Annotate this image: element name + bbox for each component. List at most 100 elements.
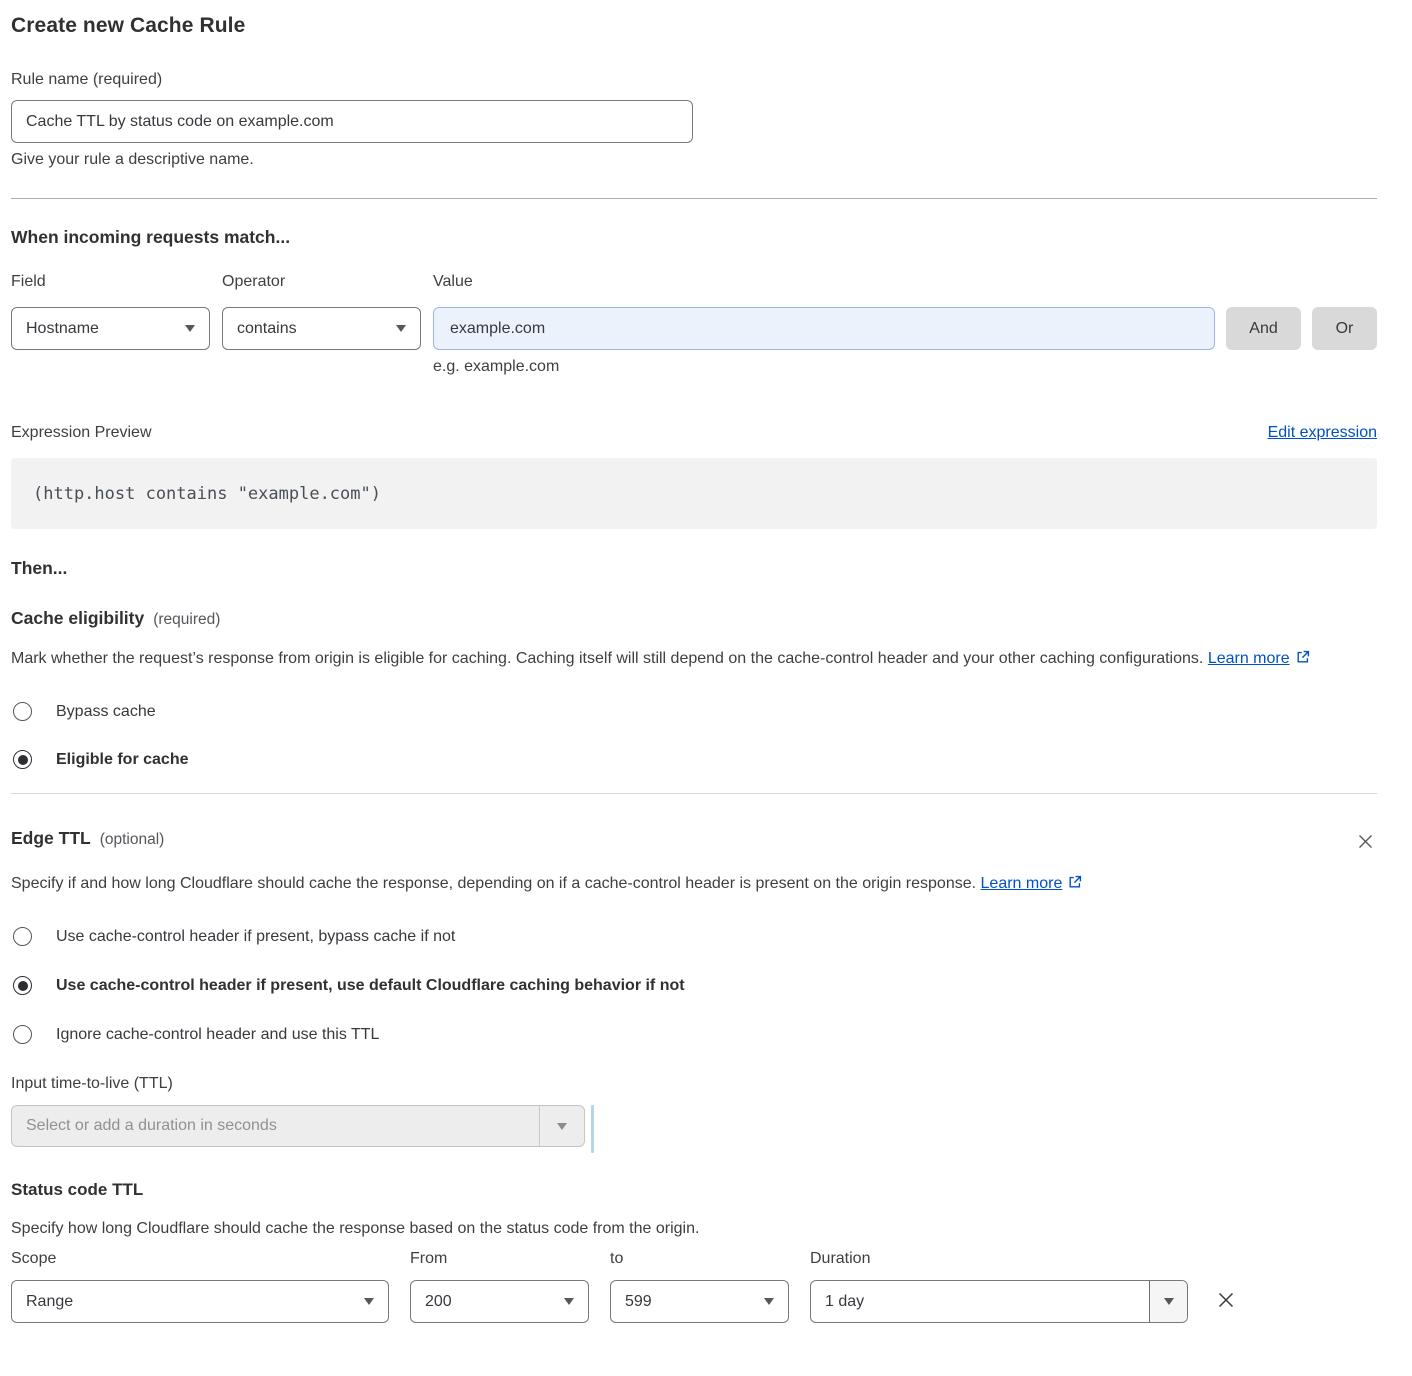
learn-more-label: Learn more bbox=[981, 875, 1063, 892]
scope-select[interactable]: Range bbox=[11, 1280, 389, 1323]
condition-buttons: And Or bbox=[1226, 307, 1377, 350]
field-select[interactable]: Hostname bbox=[11, 307, 210, 350]
value-label: Value bbox=[433, 273, 1215, 291]
edge-ttl-description-text: Specify if and how long Cloudflare shoul… bbox=[11, 875, 976, 892]
cache-eligibility-header: Cache eligibility (required) bbox=[11, 608, 1377, 629]
cache-eligibility-required-tag: (required) bbox=[153, 611, 220, 629]
bypass-cache-option[interactable]: Bypass cache bbox=[11, 702, 1377, 721]
expression-header: Expression Preview Edit expression bbox=[11, 424, 1377, 442]
ttl-duration-select[interactable]: Select or add a duration in seconds bbox=[11, 1105, 585, 1147]
edge-ttl-option-bypass-label: Use cache-control header if present, byp… bbox=[56, 928, 455, 946]
rule-name-help: Give your rule a descriptive name. bbox=[11, 151, 1377, 169]
edge-ttl-option-bypass[interactable]: Use cache-control header if present, byp… bbox=[11, 927, 1377, 946]
match-heading: When incoming requests match... bbox=[11, 227, 1377, 248]
field-select-value: Hostname bbox=[26, 320, 185, 338]
status-code-ttl-section: Status code TTL Specify how long Cloudfl… bbox=[11, 1180, 1377, 1323]
external-link-icon bbox=[1067, 872, 1083, 900]
operator-select-value: contains bbox=[237, 320, 396, 338]
edge-ttl-option-default-label: Use cache-control header if present, use… bbox=[56, 977, 685, 995]
from-select[interactable]: 200 bbox=[410, 1280, 589, 1323]
rule-name-input[interactable] bbox=[11, 100, 693, 143]
learn-more-link[interactable]: Learn more bbox=[1208, 650, 1311, 667]
edge-ttl-options: Use cache-control header if present, byp… bbox=[11, 927, 1377, 1044]
duration-select-arrow[interactable] bbox=[1149, 1281, 1187, 1322]
edge-ttl-option-default[interactable]: Use cache-control header if present, use… bbox=[11, 976, 1377, 995]
radio-selected-icon[interactable] bbox=[13, 976, 32, 995]
edge-ttl-option-ignore-label: Ignore cache-control header and use this… bbox=[56, 1026, 379, 1044]
radio-unselected-icon[interactable] bbox=[13, 702, 32, 721]
chevron-down-icon bbox=[764, 1298, 774, 1305]
expression-preview-label: Expression Preview bbox=[11, 424, 152, 442]
bypass-cache-label: Bypass cache bbox=[56, 703, 156, 721]
to-select-value: 599 bbox=[625, 1293, 764, 1311]
chevron-down-icon bbox=[1164, 1298, 1174, 1305]
radio-selected-icon[interactable] bbox=[13, 750, 32, 769]
learn-more-link[interactable]: Learn more bbox=[981, 875, 1084, 892]
status-code-ttl-title: Status code TTL bbox=[11, 1180, 1377, 1200]
eligible-for-cache-label: Eligible for cache bbox=[56, 751, 188, 769]
scope-label: Scope bbox=[11, 1250, 389, 1268]
and-button[interactable]: And bbox=[1226, 307, 1301, 350]
operator-label: Operator bbox=[222, 273, 421, 291]
cache-eligibility-description-text: Mark whether the request’s response from… bbox=[11, 650, 1203, 667]
cache-eligibility-title: Cache eligibility bbox=[11, 608, 144, 629]
duration-select-value: 1 day bbox=[811, 1281, 1149, 1322]
match-section: When incoming requests match... Field Ho… bbox=[11, 227, 1377, 529]
from-select-value: 200 bbox=[425, 1293, 564, 1311]
section-divider bbox=[11, 793, 1377, 794]
value-column: Value e.g. example.com bbox=[433, 273, 1215, 376]
rule-name-label: Rule name (required) bbox=[11, 71, 1377, 89]
ttl-select-arrow[interactable] bbox=[539, 1106, 584, 1146]
chevron-down-icon bbox=[364, 1298, 374, 1305]
radio-unselected-icon[interactable] bbox=[13, 927, 32, 946]
eligible-for-cache-option[interactable]: Eligible for cache bbox=[11, 750, 1377, 769]
section-divider bbox=[11, 198, 1377, 199]
cache-eligibility-description: Mark whether the request’s response from… bbox=[11, 645, 1356, 675]
edge-ttl-description: Specify if and how long Cloudflare shoul… bbox=[11, 870, 1116, 900]
or-button[interactable]: Or bbox=[1312, 307, 1377, 350]
ttl-input-row: Select or add a duration in seconds bbox=[11, 1105, 1377, 1153]
edit-expression-link[interactable]: Edit expression bbox=[1268, 424, 1377, 442]
duration-select[interactable]: 1 day bbox=[810, 1280, 1188, 1323]
chevron-down-icon bbox=[396, 325, 406, 332]
edge-ttl-optional-tag: (optional) bbox=[100, 831, 165, 849]
edge-ttl-title-group: Edge TTL (optional) bbox=[11, 828, 164, 849]
radio-unselected-icon[interactable] bbox=[13, 1025, 32, 1044]
status-code-labels-row: Scope From to Duration bbox=[11, 1250, 1377, 1280]
from-label: From bbox=[410, 1250, 589, 1268]
duration-label: Duration bbox=[810, 1250, 1188, 1268]
scope-select-value: Range bbox=[26, 1293, 364, 1311]
expression-code-block: (http.host contains "example.com") bbox=[11, 458, 1377, 529]
status-code-ttl-description: Specify how long Cloudflare should cache… bbox=[11, 1220, 1377, 1238]
field-column: Field Hostname bbox=[11, 273, 210, 350]
edge-ttl-section: Edge TTL (optional) Specify if and how l… bbox=[11, 828, 1377, 1323]
operator-column: Operator contains bbox=[222, 273, 421, 350]
create-cache-rule-page: Create new Cache Rule Rule name (require… bbox=[0, 0, 1412, 1353]
to-label: to bbox=[610, 1250, 789, 1268]
rule-name-section: Rule name (required) Give your rule a de… bbox=[11, 71, 1377, 169]
external-link-icon bbox=[1295, 647, 1311, 675]
expression-code: (http.host contains "example.com") bbox=[33, 484, 381, 504]
to-select[interactable]: 599 bbox=[610, 1280, 789, 1323]
chevron-down-icon bbox=[557, 1123, 567, 1130]
then-heading: Then... bbox=[11, 558, 1377, 579]
edge-ttl-header: Edge TTL (optional) bbox=[11, 828, 1377, 856]
chevron-down-icon bbox=[564, 1298, 574, 1305]
close-icon bbox=[1356, 839, 1375, 854]
match-condition-row: Field Hostname Operator contains Value e… bbox=[11, 273, 1377, 376]
operator-select[interactable]: contains bbox=[222, 307, 421, 350]
edge-ttl-title: Edge TTL bbox=[11, 828, 91, 849]
value-input[interactable] bbox=[433, 307, 1215, 350]
field-label: Field bbox=[11, 273, 210, 291]
page-title: Create new Cache Rule bbox=[11, 14, 1377, 38]
learn-more-label: Learn more bbox=[1208, 650, 1290, 667]
ttl-select-placeholder: Select or add a duration in seconds bbox=[12, 1106, 539, 1146]
status-code-controls-row: Range 200 599 1 day bbox=[11, 1280, 1377, 1323]
edge-ttl-option-ignore[interactable]: Ignore cache-control header and use this… bbox=[11, 1025, 1377, 1044]
delete-status-ttl-button[interactable] bbox=[1213, 1287, 1239, 1316]
focus-edge-highlight bbox=[591, 1105, 594, 1153]
chevron-down-icon bbox=[185, 325, 195, 332]
edge-ttl-close-button[interactable] bbox=[1354, 830, 1377, 856]
value-help: e.g. example.com bbox=[433, 358, 1215, 376]
ttl-input-label: Input time-to-live (TTL) bbox=[11, 1075, 1377, 1093]
